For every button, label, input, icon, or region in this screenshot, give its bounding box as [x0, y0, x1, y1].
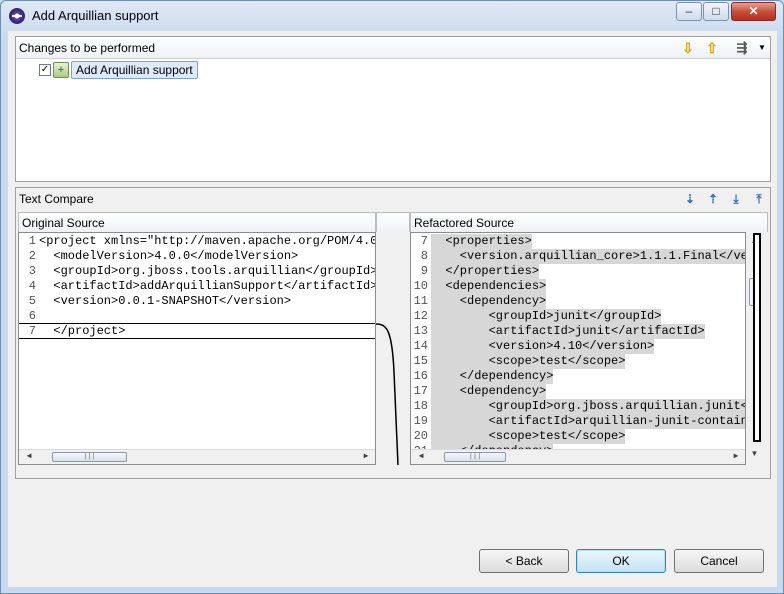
changes-panel-header: Changes to be performed ⇩ ⇧ ⇶ ▼ [16, 37, 770, 59]
code-line: 15 <scope>test</scope> [413, 354, 626, 369]
previous-difference-icon[interactable]: ⇡ [704, 190, 722, 208]
minimize-button[interactable]: – [676, 2, 702, 21]
code-line: 19 <artifactId>arquillian-junit-contain [413, 414, 746, 429]
tree-item-label: Add Arquillian support [71, 61, 198, 79]
scroll-thumb[interactable]: ||| [444, 452, 506, 462]
changes-panel-title: Changes to be performed [19, 41, 156, 55]
text-compare-panel: Text Compare ⇣ ⇡ ⤓ ⤒ Original Source Ref… [15, 187, 771, 479]
scroll-right-icon[interactable]: ▶ [729, 450, 743, 464]
change-icon: + [53, 62, 69, 78]
code-line: 6 [28, 309, 36, 323]
code-line: 13 <artifactId>junit</artifactId> [413, 324, 705, 339]
down-arrow-icon[interactable]: ⇩ [679, 39, 697, 57]
code-line: 16 </dependency> [413, 369, 554, 384]
code-line: 14 <version>4.10</version> [413, 339, 655, 354]
title-bar: Add Arquillian support – □ ✕ [1, 1, 783, 31]
text-compare-header: Text Compare ⇣ ⇡ ⤓ ⤒ [16, 188, 770, 210]
filter-icon[interactable]: ⇶ [733, 39, 751, 57]
diff-connector-line [375, 323, 399, 466]
up-arrow-icon[interactable]: ⇧ [703, 39, 721, 57]
scroll-thumb[interactable]: ||| [52, 452, 127, 462]
code-line: 9 </properties> [420, 264, 540, 279]
code-line: 8 <version.arquillian_core>1.1.1.Final</… [420, 249, 746, 264]
center-gutter-header [376, 212, 410, 232]
next-change-icon[interactable]: ⤓ [727, 190, 745, 208]
dialog-body: Changes to be performed ⇩ ⇧ ⇶ ▼ ✓ + Add … [8, 31, 777, 587]
changes-panel: Changes to be performed ⇩ ⇧ ⇶ ▼ ✓ + Add … [15, 36, 771, 182]
refactored-source-editor[interactable]: 7 <properties> 8 <version.arquillian_cor… [410, 232, 746, 465]
original-hscrollbar[interactable]: ◀ ||| ▶ [19, 449, 375, 464]
code-line: 1 <project xmlns="http://maven.apache.org… [28, 234, 376, 248]
code-line: 11 <dependency> [413, 294, 547, 309]
dropdown-icon[interactable]: ▼ [753, 39, 771, 57]
code-line: 7 </project> [28, 324, 126, 338]
code-line: 17 <dependency> [413, 384, 547, 399]
code-line: 5 <version>0.0.1-SNAPSHOT</version> [28, 294, 292, 308]
code-line: 10 <dependencies> [413, 279, 547, 294]
code-line: 2 <modelVersion>4.0.0</modelVersion> [28, 249, 299, 263]
code-line: 4 <artifactId>addArquillianSupport</arti… [28, 279, 376, 293]
code-line: 3 <groupId>org.jboss.tools.arquillian</g… [28, 264, 376, 278]
cancel-button[interactable]: Cancel [674, 549, 764, 573]
ok-button[interactable]: OK [576, 549, 666, 573]
code-line: 20 <scope>test</scope> [413, 429, 626, 444]
scroll-left-icon[interactable]: ◀ [414, 450, 428, 464]
original-source-label: Original Source [22, 216, 105, 230]
eclipse-icon [9, 8, 25, 24]
window-title: Add Arquillian support [32, 8, 159, 23]
code-line: 18 <groupId>org.jboss.arquillian.junit< [413, 399, 746, 414]
dialog-window: Add Arquillian support – □ ✕ Changes to … [0, 0, 784, 594]
close-button[interactable]: ✕ [731, 2, 776, 21]
text-compare-title: Text Compare [19, 192, 94, 206]
back-button[interactable]: < Back [479, 549, 569, 573]
diff-connector-gutter [375, 232, 410, 466]
scroll-down-icon[interactable]: ▼ [746, 447, 763, 461]
scroll-right-icon[interactable]: ▶ [359, 450, 373, 464]
refactored-source-header: Refactored Source [410, 212, 768, 232]
previous-change-icon[interactable]: ⤒ [750, 190, 768, 208]
refactored-source-label: Refactored Source [414, 216, 515, 230]
refactored-hscrollbar[interactable]: ◀ ||| ▶ [411, 449, 745, 464]
original-source-editor[interactable]: 1 <project xmlns="http://maven.apache.org… [18, 232, 376, 465]
code-line: 7 <properties> [420, 234, 532, 249]
next-difference-icon[interactable]: ⇣ [681, 190, 699, 208]
change-checkbox[interactable]: ✓ [39, 64, 51, 76]
original-source-header: Original Source [18, 212, 376, 232]
scroll-left-icon[interactable]: ◀ [22, 450, 36, 464]
diff-overview-ruler[interactable] [753, 233, 761, 442]
code-line: 12 <groupId>junit</groupId> [413, 309, 662, 324]
maximize-button[interactable]: □ [703, 2, 729, 21]
